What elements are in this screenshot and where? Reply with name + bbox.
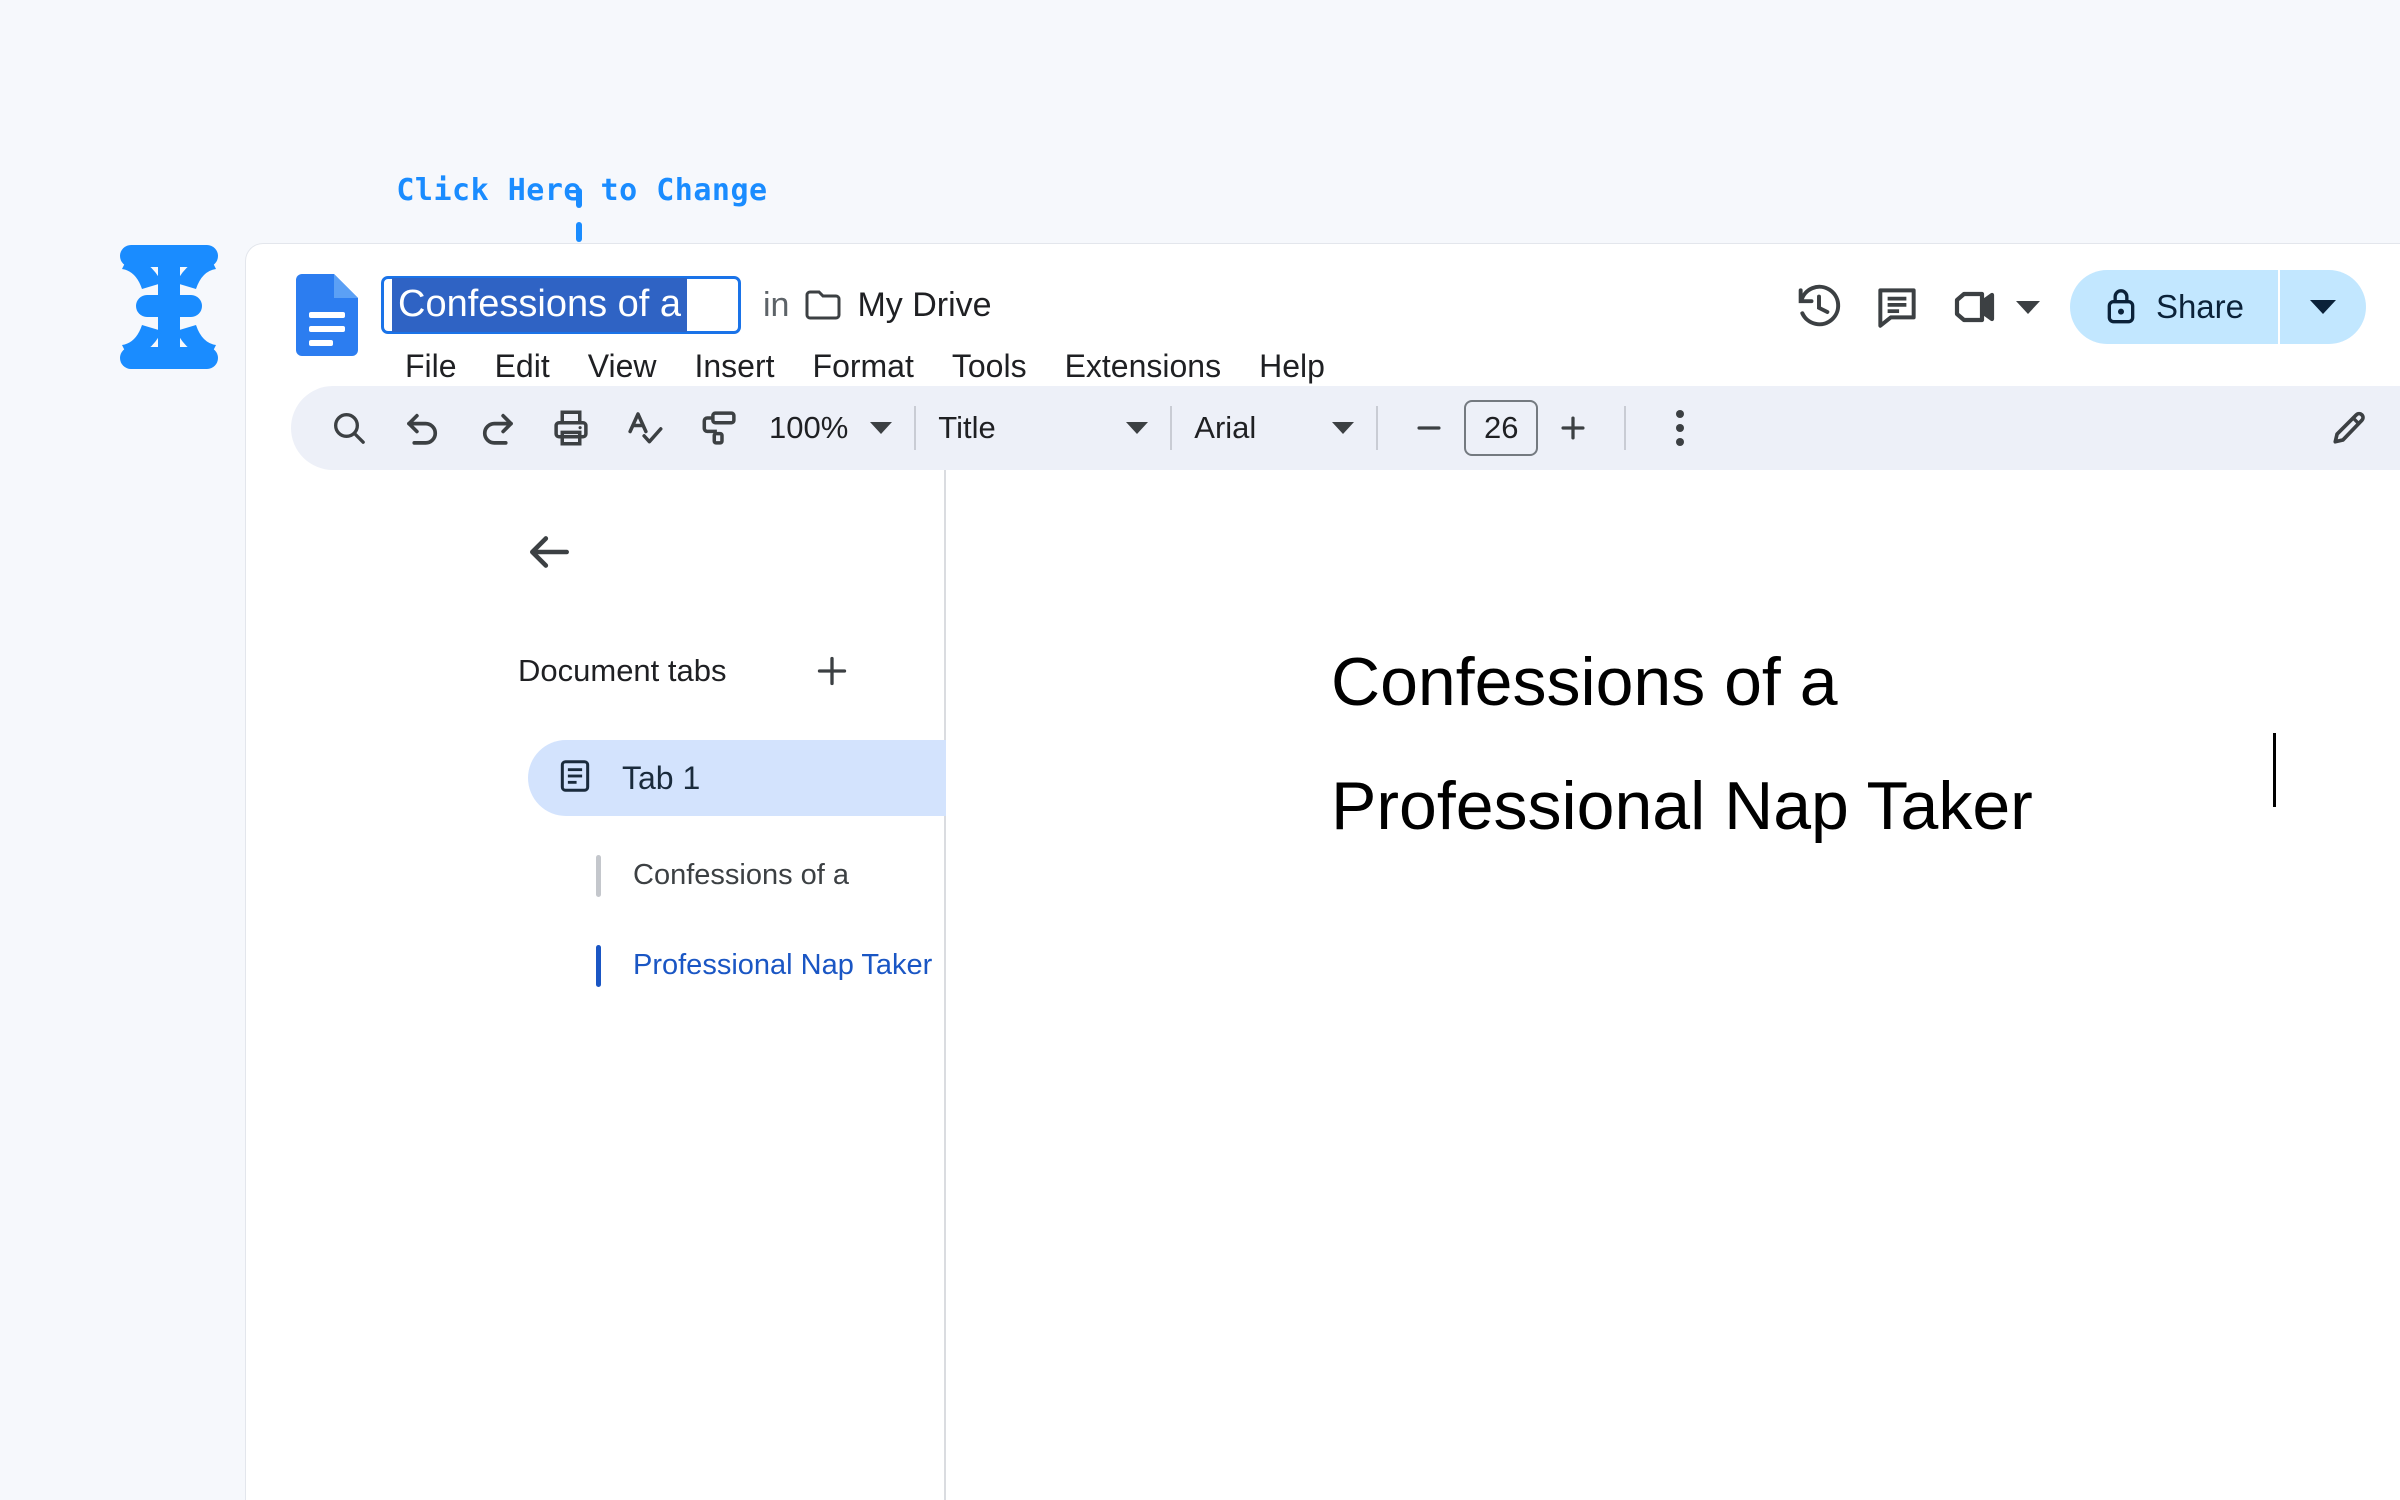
menu-item-format[interactable]: Format <box>794 344 933 389</box>
outline-indicator-bar <box>596 855 601 897</box>
decrease-font-size-button[interactable] <box>1400 399 1458 457</box>
toolbar-divider <box>914 406 917 450</box>
document-title-row: Confessions of a in My Drive <box>381 276 992 334</box>
lock-icon <box>2104 285 2138 330</box>
header-actions: Share <box>1780 268 2366 346</box>
zoom-level-selector[interactable]: 100% <box>769 410 893 446</box>
folder-icon[interactable] <box>805 290 841 320</box>
document-canvas[interactable]: Confessions of a Professional Nap Taker <box>946 470 2400 1500</box>
three-dot-menu-icon[interactable] <box>1648 396 1712 460</box>
workspace: Document tabs Tab 1 Confessions of a Pro… <box>246 470 2400 1500</box>
document-heading[interactable]: Confessions of a Professional Nap Taker <box>1331 620 2311 868</box>
outline-indicator-bar <box>596 945 601 987</box>
meet-dropdown-caret-icon[interactable] <box>2015 300 2040 314</box>
menu-item-view[interactable]: View <box>569 344 676 389</box>
share-button[interactable]: Share <box>2070 270 2280 344</box>
outline-item-heading-2[interactable]: Professional Nap Taker <box>596 945 932 987</box>
toolbar-pill: 100% Title Arial 26 <box>291 386 2400 470</box>
app-root: Click Here to Change The Document's Name <box>0 0 2400 1500</box>
meet-video-icon[interactable] <box>1936 268 2014 346</box>
paint-format-icon[interactable] <box>687 396 751 460</box>
search-icon[interactable] <box>317 396 381 460</box>
menu-item-file[interactable]: File <box>386 344 476 389</box>
document-title-selected-text: Confessions of a <box>392 278 688 332</box>
plus-icon[interactable] <box>806 645 858 697</box>
paragraph-style-label: Title <box>938 410 996 445</box>
document-tabs-sidebar: Document tabs Tab 1 Confessions of a Pro… <box>246 470 1148 1500</box>
document-tabs-header: Document tabs <box>518 645 858 697</box>
menu-item-help[interactable]: Help <box>1240 344 1344 389</box>
text-cursor-ibeam-icon <box>108 243 230 371</box>
increase-font-size-button[interactable] <box>1544 399 1602 457</box>
toolbar-divider <box>1170 406 1173 450</box>
comment-icon[interactable] <box>1858 268 1936 346</box>
font-family-label: Arial <box>1194 410 1257 445</box>
undo-icon[interactable] <box>391 396 455 460</box>
toolbar-divider <box>1376 406 1379 450</box>
paragraph-style-selector[interactable]: Title <box>938 410 1149 446</box>
location-in-label: in <box>763 285 790 324</box>
document-tab-icon <box>556 757 594 800</box>
chevron-down-icon <box>1126 422 1149 434</box>
menu-item-tools[interactable]: Tools <box>933 344 1046 389</box>
annotation-line-1: Click Here to Change <box>396 173 768 208</box>
document-heading-line-1: Confessions of a <box>1331 644 1838 720</box>
font-size-stepper: 26 <box>1400 399 1602 457</box>
font-size-input[interactable]: 26 <box>1464 400 1539 456</box>
menu-item-edit[interactable]: Edit <box>476 344 569 389</box>
version-history-icon[interactable] <box>1780 268 1858 346</box>
share-button-label: Share <box>2155 288 2244 325</box>
zoom-level-label: 100% <box>769 410 849 445</box>
chevron-down-icon <box>1332 422 1355 434</box>
font-family-selector[interactable]: Arial <box>1194 410 1355 446</box>
document-tabs-title: Document tabs <box>518 653 727 688</box>
outline-item-heading-1[interactable]: Confessions of a <box>596 855 849 897</box>
outline-item-label: Professional Nap Taker <box>633 949 933 981</box>
pencil-icon[interactable] <box>2317 396 2381 460</box>
toolbar-divider <box>1624 406 1627 450</box>
formatting-toolbar: 100% Title Arial 26 <box>246 386 2400 470</box>
document-heading-line-2: Professional Nap Taker <box>1331 768 2033 844</box>
print-icon[interactable] <box>539 396 603 460</box>
drive-location-label[interactable]: My Drive <box>857 286 991 325</box>
outline-item-label: Confessions of a <box>633 859 850 891</box>
share-button-group: Share <box>2069 270 2366 344</box>
text-insertion-caret <box>2273 733 2276 807</box>
menu-item-insert[interactable]: Insert <box>675 344 793 389</box>
share-dropdown-button[interactable] <box>2280 270 2366 344</box>
back-arrow-icon[interactable] <box>518 520 582 584</box>
menu-item-extensions[interactable]: Extensions <box>1046 344 1241 389</box>
chevron-down-icon <box>870 422 893 434</box>
spellcheck-icon[interactable] <box>613 396 677 460</box>
menu-bar: File Edit View Insert Format Tools Exten… <box>386 344 1344 389</box>
redo-icon[interactable] <box>465 396 529 460</box>
app-header: Confessions of a in My Drive File Edit V… <box>246 244 2400 384</box>
chevron-down-icon <box>2310 300 2336 314</box>
google-docs-icon[interactable] <box>296 274 358 356</box>
document-title-input[interactable]: Confessions of a <box>381 276 741 334</box>
google-docs-window: Confessions of a in My Drive File Edit V… <box>245 243 2400 1500</box>
